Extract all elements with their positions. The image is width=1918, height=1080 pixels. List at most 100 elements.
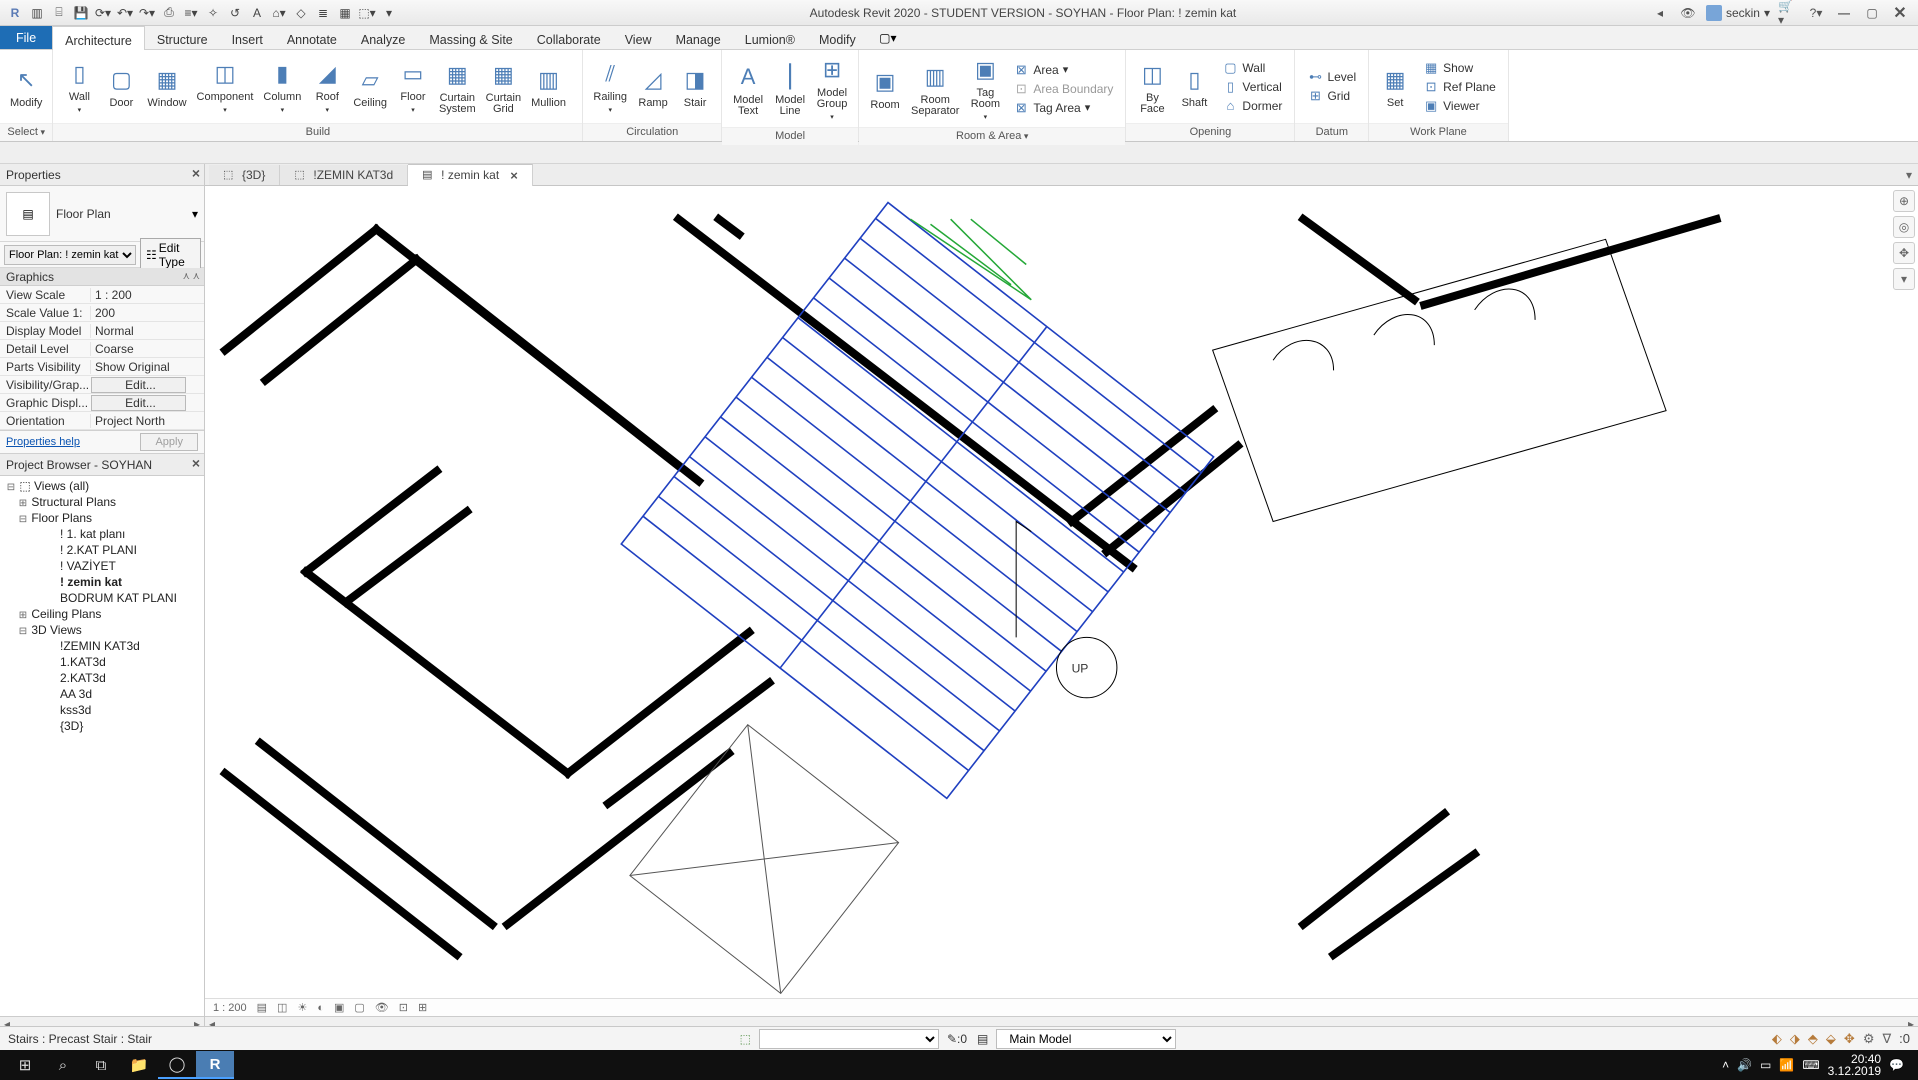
section-icon[interactable]: ◇ <box>292 4 310 22</box>
level-button[interactable]: ⊷Level <box>1307 69 1356 85</box>
detail-level-icon[interactable]: ▤ <box>257 1001 267 1014</box>
property-row[interactable]: Scale Value 1:200 <box>0 304 204 322</box>
model-line-button[interactable]: ⎮Model Line <box>770 59 810 119</box>
door-button[interactable]: ▢Door <box>101 62 141 111</box>
nav-pan-icon[interactable]: ✥ <box>1893 242 1915 264</box>
sync-icon[interactable]: ⟳▾ <box>94 4 112 22</box>
clock[interactable]: 20:40 3.12.2019 <box>1828 1053 1881 1077</box>
model-group-button[interactable]: ⊞Model Group <box>812 52 852 125</box>
user-badge[interactable]: seckin ▾ <box>1706 5 1770 21</box>
tab-massing[interactable]: Massing & Site <box>417 26 524 49</box>
tree-root[interactable]: ⊟ ⬚ Views (all) <box>0 478 204 494</box>
workset-select[interactable] <box>759 1029 939 1049</box>
tab-overflow-icon[interactable]: ▾ <box>1900 168 1918 182</box>
redo-icon[interactable]: ↷▾ <box>138 4 156 22</box>
set-button[interactable]: ▦Set <box>1375 62 1415 111</box>
tree-item[interactable]: 1.KAT3d <box>0 654 204 670</box>
window-button[interactable]: ▦Window <box>143 62 190 111</box>
measure-icon[interactable]: ≡▾ <box>182 4 200 22</box>
curtain-system-button[interactable]: ▦Curtain System <box>435 57 480 117</box>
restore-icon[interactable]: ▢ <box>1862 3 1882 23</box>
file-explorer-icon[interactable]: 📁 <box>120 1051 158 1079</box>
constraints-icon[interactable]: ⊞ <box>418 1001 427 1014</box>
group-graphics[interactable]: Graphics⋏ ⋏ <box>0 268 204 286</box>
minimize-icon[interactable]: — <box>1834 3 1854 23</box>
shadows-icon[interactable]: ◐ <box>317 1002 324 1014</box>
text-icon[interactable]: A <box>248 4 266 22</box>
wifi-icon[interactable]: 📶 <box>1779 1058 1794 1072</box>
select-face-icon[interactable]: ⬙ <box>1826 1031 1836 1047</box>
undo-icon[interactable]: ↶▾ <box>116 4 134 22</box>
close-icon[interactable]: × <box>192 165 200 181</box>
cart-icon[interactable]: 🛒▾ <box>1778 3 1798 23</box>
edit-type-button[interactable]: ☷Edit Type <box>140 238 201 272</box>
tree-item[interactable]: ! 2.KAT PLANI <box>0 542 204 558</box>
modify-button[interactable]: ↖ Modify <box>6 62 46 111</box>
column-button[interactable]: ▮Column <box>259 56 305 118</box>
property-row[interactable]: Parts VisibilityShow Original <box>0 358 204 376</box>
type-selector[interactable]: ▤ Floor Plan ▾ <box>0 186 204 242</box>
tab-view[interactable]: View <box>613 26 664 49</box>
align-icon[interactable]: ✧ <box>204 4 222 22</box>
show-button[interactable]: ▦Show <box>1423 60 1496 76</box>
help-icon[interactable]: ?▾ <box>1806 3 1826 23</box>
battery-icon[interactable]: ▭ <box>1760 1058 1771 1072</box>
opening-wall-button[interactable]: ▢Wall <box>1222 60 1282 76</box>
tab-manage[interactable]: Manage <box>664 26 733 49</box>
tree-item[interactable]: 2.KAT3d <box>0 670 204 686</box>
dim-icon[interactable]: ↺ <box>226 4 244 22</box>
view-scale[interactable]: 1 : 200 <box>213 1002 247 1014</box>
area-button[interactable]: ⊠Area ▾ <box>1013 62 1113 78</box>
select-pinned-icon[interactable]: ⬘ <box>1808 1031 1818 1047</box>
property-row[interactable]: Detail LevelCoarse <box>0 340 204 358</box>
switch-win-icon[interactable]: ⬚▾ <box>358 4 376 22</box>
panel-label-select[interactable]: Select <box>0 123 52 141</box>
design-option-select[interactable]: Main Model <box>996 1029 1176 1049</box>
start-icon[interactable]: ⊞ <box>6 1051 44 1079</box>
open-icon[interactable]: ▥ <box>28 4 46 22</box>
close-win-icon[interactable]: ▦ <box>336 4 354 22</box>
tree-item[interactable]: AA 3d <box>0 686 204 702</box>
tree-item[interactable]: !ZEMIN KAT3d <box>0 638 204 654</box>
by-face-button[interactable]: ◫By Face <box>1132 57 1172 117</box>
filter-icon[interactable]: ∇ <box>1882 1031 1891 1047</box>
roof-button[interactable]: ◢Roof <box>307 56 347 118</box>
full-nav-icon[interactable]: ⊕ <box>1893 190 1915 212</box>
tree-item[interactable]: {3D} <box>0 718 204 734</box>
view-tab-3d[interactable]: ⬚{3D} <box>209 165 280 185</box>
property-row[interactable]: OrientationProject North <box>0 412 204 430</box>
design-options-icon[interactable]: ▤ <box>977 1032 988 1046</box>
tab-file[interactable]: File <box>0 26 52 49</box>
canvas[interactable]: UP ⊕ ◎ ✥ ▾ <box>205 186 1918 998</box>
nav-wheel-icon[interactable]: ◎ <box>1893 216 1915 238</box>
thin-lines-icon[interactable]: ≣ <box>314 4 332 22</box>
ramp-button[interactable]: ◿Ramp <box>633 62 673 111</box>
crop-icon[interactable]: ▣ <box>334 1001 344 1014</box>
tray-chevron-icon[interactable]: ˄ <box>1722 1058 1729 1072</box>
selection-count-icon[interactable]: ✎ <box>947 1032 957 1046</box>
close-icon[interactable]: × <box>192 455 200 471</box>
crop-region-icon[interactable]: ▢ <box>354 1001 364 1014</box>
wall-button[interactable]: ▯Wall <box>59 56 99 118</box>
tab-analyze[interactable]: Analyze <box>349 26 417 49</box>
tab-insert[interactable]: Insert <box>220 26 275 49</box>
room-separator-button[interactable]: ▥Room Separator <box>907 59 963 119</box>
project-browser-tree[interactable]: ⊟ ⬚ Views (all) ⊞ Structural Plans ⊟ Flo… <box>0 476 204 1016</box>
panel-label-room[interactable]: Room & Area <box>859 127 1125 145</box>
mullion-button[interactable]: ▥Mullion <box>527 62 570 111</box>
ribbon-play-icon[interactable]: ▢▾ <box>868 26 908 49</box>
nav-more-icon[interactable]: ▾ <box>1893 268 1915 290</box>
tag-area-button[interactable]: ⊠Tag Area ▾ <box>1013 100 1113 116</box>
curtain-grid-button[interactable]: ▦Curtain Grid <box>482 57 525 117</box>
close-tab-icon[interactable]: × <box>510 168 518 183</box>
visual-style-icon[interactable]: ◫ <box>277 1001 287 1014</box>
property-row[interactable]: Display ModelNormal <box>0 322 204 340</box>
tab-lumion[interactable]: Lumion® <box>733 26 807 49</box>
railing-button[interactable]: ⫽Railing <box>589 56 631 118</box>
ref-plane-button[interactable]: ⊡Ref Plane <box>1423 79 1496 95</box>
search-icon[interactable]: 👁 <box>1678 3 1698 23</box>
grid-button[interactable]: ⊞Grid <box>1307 88 1356 104</box>
reveal-icon[interactable]: ⊡ <box>399 1001 408 1014</box>
property-row[interactable]: Visibility/Grap...Edit... <box>0 376 204 394</box>
tree-3d-views[interactable]: ⊟ 3D Views <box>0 622 204 638</box>
